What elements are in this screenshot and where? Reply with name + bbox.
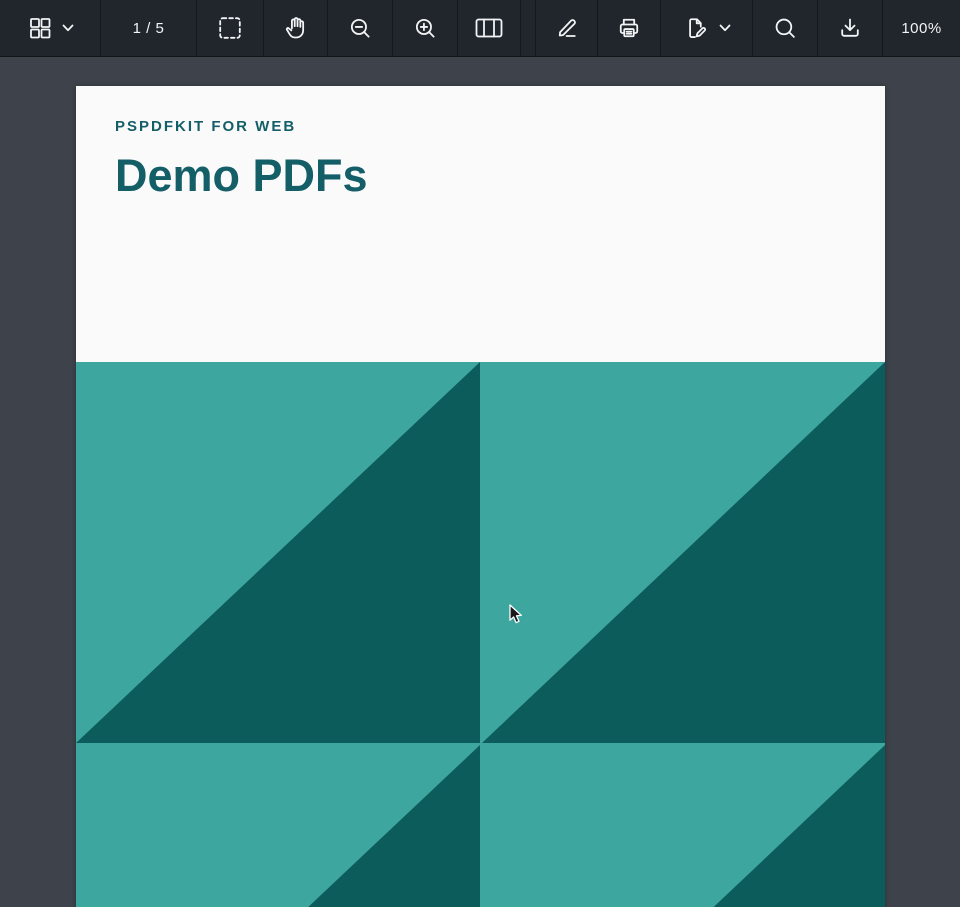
pattern-tile [76, 745, 480, 907]
columns-icon [474, 16, 504, 40]
magnifier-plus-icon [413, 16, 438, 41]
triangle-pattern [76, 362, 885, 907]
search-button[interactable] [753, 0, 817, 56]
chevron-down-icon [62, 24, 74, 32]
pattern-tile [482, 745, 885, 907]
pattern-tile [482, 362, 885, 743]
document-pencil-icon [683, 15, 710, 42]
toolbar-group-gap [521, 0, 535, 56]
pattern-tile [76, 362, 480, 743]
dark-triangle [76, 362, 480, 743]
zoom-level-label: 100% [883, 0, 960, 56]
download-button[interactable] [818, 0, 882, 56]
page-indicator[interactable]: 1 / 5 [101, 0, 196, 56]
toolbar: 1 / 5 [0, 0, 960, 57]
document-eyebrow: PSPDFKIT FOR WEB [115, 118, 885, 135]
magnifier-icon [772, 15, 798, 41]
dashed-rectangle-icon [217, 15, 243, 41]
pdf-page-header: PSPDFKIT FOR WEB Demo PDFs [76, 86, 885, 362]
dark-triangle [482, 362, 885, 743]
magnifier-minus-icon [348, 16, 373, 41]
print-button[interactable] [598, 0, 660, 56]
chevron-down-icon [719, 24, 731, 32]
marquee-select-button[interactable] [197, 0, 263, 56]
sign-button[interactable] [661, 0, 752, 56]
thumbnails-button[interactable] [0, 0, 100, 56]
hand-icon [282, 15, 309, 42]
page-layout-button[interactable] [458, 0, 520, 56]
zoom-out-button[interactable] [328, 0, 392, 56]
document-title: Demo PDFs [115, 150, 885, 202]
document-viewport[interactable]: PSPDFKIT FOR WEB Demo PDFs [0, 57, 960, 907]
printer-icon [616, 15, 642, 41]
dark-triangle [76, 745, 480, 907]
pan-tool-button[interactable] [264, 0, 327, 56]
download-icon [837, 15, 863, 41]
grid-icon [27, 15, 53, 41]
pencil-icon [554, 15, 580, 41]
dark-triangle [482, 745, 885, 907]
pdf-page: PSPDFKIT FOR WEB Demo PDFs [76, 86, 885, 907]
annotate-button[interactable] [536, 0, 597, 56]
zoom-in-button[interactable] [393, 0, 457, 56]
